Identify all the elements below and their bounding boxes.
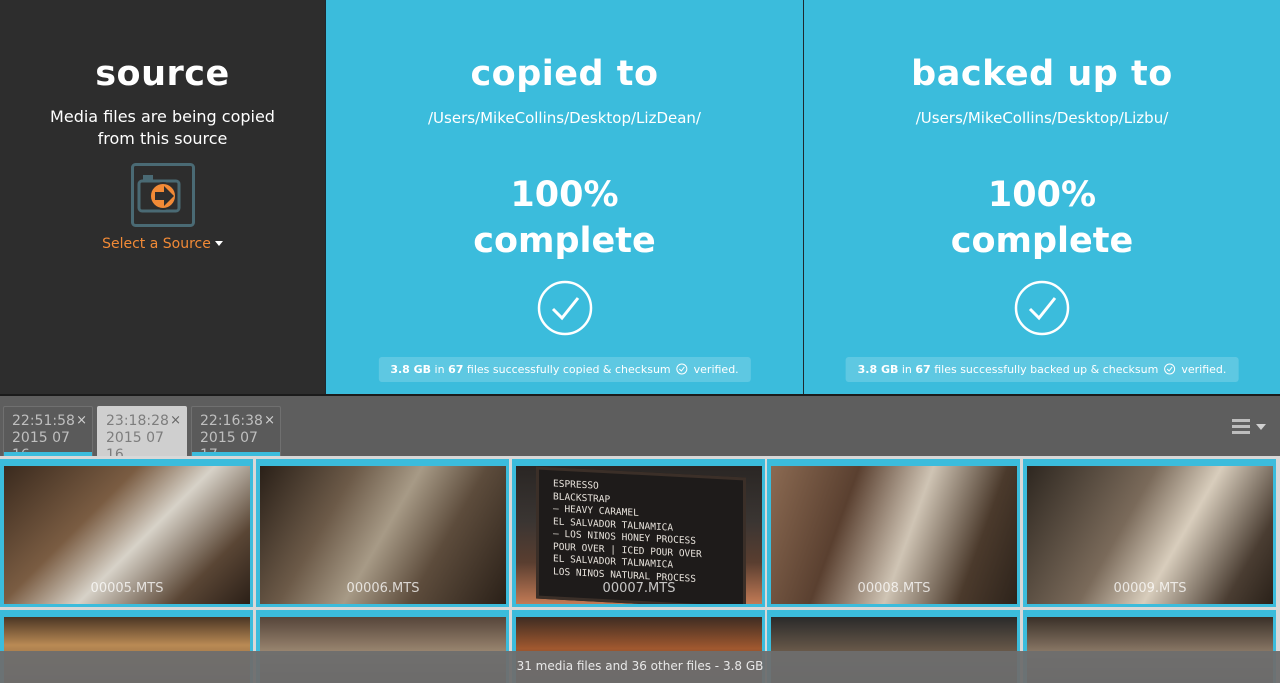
backup-destination-panel: backed up to /Users/MikeCollins/Desktop/… bbox=[803, 0, 1280, 394]
checksum-check-icon bbox=[676, 363, 688, 375]
copy-summary-size: 3.8 GB bbox=[390, 363, 432, 376]
backup-summary-count: 67 bbox=[915, 363, 931, 376]
chevron-down-icon bbox=[1256, 424, 1266, 430]
checksum-check-icon bbox=[1164, 363, 1176, 375]
copy-destination-panel: copied to /Users/MikeCollins/Desktop/Liz… bbox=[325, 0, 803, 394]
copy-summary-verified: verified. bbox=[693, 363, 739, 376]
backup-path: /Users/MikeCollins/Desktop/Lizbu/ bbox=[915, 109, 1169, 127]
session-tab-2[interactable]: 23:18:28 2015 07 16 × bbox=[97, 406, 187, 463]
thumbnail-image: 00006.MTS bbox=[260, 466, 506, 604]
camera-arrow-icon[interactable] bbox=[131, 163, 195, 227]
session-tab-3[interactable]: 22:16:38 2015 07 17 × bbox=[191, 406, 281, 463]
check-circle-icon bbox=[537, 280, 592, 336]
thumbnail-label: 00009.MTS bbox=[1113, 581, 1187, 596]
backup-summary-in: in bbox=[898, 363, 916, 376]
menu-icon bbox=[1232, 425, 1250, 428]
copy-summary-in: in bbox=[431, 363, 449, 376]
backup-status: complete bbox=[950, 221, 1134, 261]
copy-percent: 100% bbox=[510, 175, 619, 215]
close-icon[interactable]: × bbox=[264, 412, 275, 429]
copy-summary-count: 67 bbox=[448, 363, 464, 376]
thumbnail-item[interactable]: ESPRESSO BLACKSTRAP — HEAVY CARAMEL EL S… bbox=[512, 459, 765, 607]
close-icon[interactable]: × bbox=[76, 412, 87, 429]
media-thumbnail-grid[interactable]: 00005.MTS 00006.MTS ESPRESSO BLACKSTRAP … bbox=[0, 456, 1280, 683]
thumbnail-label: 00005.MTS bbox=[90, 581, 164, 596]
view-menu-button[interactable] bbox=[1228, 416, 1270, 438]
backup-percent: 100% bbox=[987, 175, 1097, 215]
backup-summary: 3.8 GB in 67 files successfully backed u… bbox=[845, 357, 1239, 382]
source-panel: source Media files are being copied from… bbox=[0, 0, 325, 394]
select-source-dropdown[interactable]: Select a Source bbox=[0, 236, 325, 252]
copy-title: copied to bbox=[470, 54, 659, 94]
backup-title: backed up to bbox=[911, 54, 1173, 94]
session-tab-1[interactable]: 22:51:58 2015 07 16 × bbox=[3, 406, 93, 463]
backup-summary-verified: verified. bbox=[1181, 363, 1227, 376]
thumbnail-item[interactable]: 00006.MTS bbox=[256, 459, 509, 607]
status-panels: source Media files are being copied from… bbox=[0, 0, 1280, 394]
thumbnail-label: 00008.MTS bbox=[857, 581, 931, 596]
close-icon[interactable]: × bbox=[170, 412, 181, 429]
session-tabbar: 22:51:58 2015 07 16 × 23:18:28 2015 07 1… bbox=[0, 394, 1280, 463]
thumbnail-item[interactable]: 00009.MTS bbox=[1023, 459, 1276, 607]
menu-icon bbox=[1232, 431, 1250, 434]
copy-status: complete bbox=[473, 221, 656, 261]
menu-icon bbox=[1232, 419, 1250, 422]
backup-progress: 100% complete bbox=[804, 172, 1280, 264]
status-footer: 31 media files and 36 other files - 3.8 … bbox=[0, 651, 1280, 683]
backup-summary-text: files successfully backed up & checksum bbox=[930, 363, 1159, 376]
select-source-label: Select a Source bbox=[102, 236, 211, 252]
thumbnail-item[interactable]: 00005.MTS bbox=[0, 459, 253, 607]
thumbnail-image: ESPRESSO BLACKSTRAP — HEAVY CARAMEL EL S… bbox=[516, 466, 762, 604]
thumbnail-image: 00009.MTS bbox=[1027, 466, 1273, 604]
copy-progress: 100% complete bbox=[326, 172, 803, 264]
thumbnail-image: 00005.MTS bbox=[4, 466, 250, 604]
thumbnail-label: 00006.MTS bbox=[346, 581, 420, 596]
chevron-down-icon bbox=[214, 241, 223, 246]
source-title: source bbox=[95, 54, 230, 94]
copy-path: /Users/MikeCollins/Desktop/LizDean/ bbox=[428, 109, 701, 127]
copy-summary-text: files successfully copied & checksum bbox=[463, 363, 671, 376]
source-subtitle: Media files are being copied from this s… bbox=[50, 107, 275, 148]
thumbnail-label: 00007.MTS bbox=[602, 581, 676, 596]
copy-summary: 3.8 GB in 67 files successfully copied &… bbox=[378, 357, 751, 382]
check-circle-icon bbox=[1014, 280, 1070, 336]
backup-summary-size: 3.8 GB bbox=[857, 363, 899, 376]
thumbnail-image: 00008.MTS bbox=[771, 466, 1017, 604]
thumbnail-item[interactable]: 00008.MTS bbox=[767, 459, 1020, 607]
